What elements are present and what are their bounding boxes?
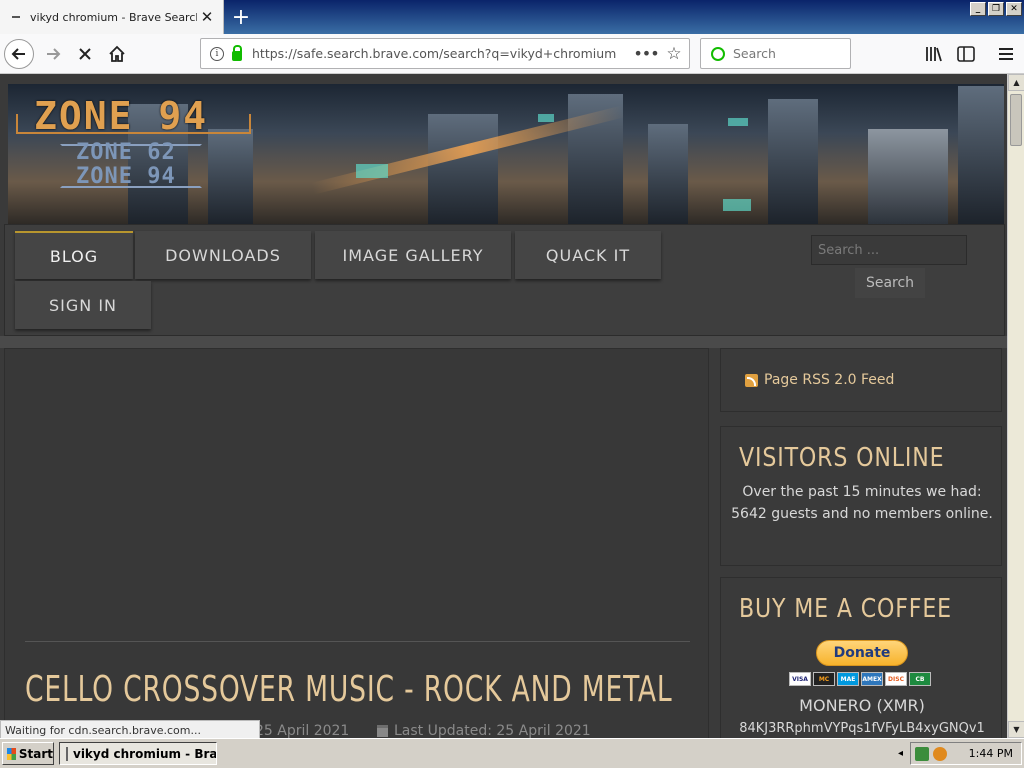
- site-logo-sub1: ZONE 62: [76, 140, 176, 165]
- bookmark-star-icon[interactable]: ☆: [659, 44, 689, 64]
- windows-logo-icon: [7, 747, 16, 760]
- post-title[interactable]: CELLO CROSSOVER MUSIC - ROCK AND METAL: [25, 669, 672, 710]
- main-content: CELLO CROSSOVER MUSIC - ROCK AND METAL 2…: [4, 348, 709, 738]
- tab-close-icon[interactable]: ✕: [197, 7, 217, 27]
- close-window-button[interactable]: ✕: [1006, 2, 1022, 16]
- content-divider: [25, 641, 690, 642]
- rss-link[interactable]: Page RSS 2.0 Feed: [764, 372, 894, 388]
- taskbar-item-label: vikyd chromium - Bra...: [73, 746, 217, 761]
- new-tab-button[interactable]: +: [228, 4, 254, 30]
- library-icon[interactable]: [922, 42, 946, 66]
- navigation-toolbar: i https://safe.search.brave.com/search?q…: [0, 34, 1024, 74]
- amex-card-icon: AMEX: [861, 672, 883, 686]
- home-button[interactable]: [102, 39, 132, 69]
- rss-icon[interactable]: [745, 373, 758, 387]
- network-icon[interactable]: [915, 746, 929, 761]
- banner-glow: [538, 114, 554, 122]
- visitors-online-box: VISITORS ONLINE Over the past 15 minutes…: [720, 426, 1002, 566]
- cb-card-icon: CB: [909, 672, 931, 686]
- site-search-input[interactable]: Search ...: [811, 235, 967, 265]
- sidebar-toggle-icon[interactable]: [954, 42, 978, 66]
- address-bar[interactable]: i https://safe.search.brave.com/search?q…: [200, 38, 690, 69]
- rss-box: Page RSS 2.0 Feed: [720, 348, 1002, 412]
- search-placeholder: Search: [733, 46, 776, 61]
- payment-cards: VISA MC MAE AMEX DISC CB: [789, 672, 931, 686]
- scroll-down-icon[interactable]: ▼: [1008, 721, 1024, 738]
- mastercard-icon: MC: [813, 672, 835, 686]
- banner-glow: [728, 118, 748, 126]
- banner-glow: [723, 199, 751, 211]
- url-text[interactable]: https://safe.search.brave.com/search?q=v…: [252, 46, 633, 61]
- visa-card-icon: VISA: [789, 672, 811, 686]
- site-search-button[interactable]: Search: [855, 268, 925, 298]
- banner-building: [958, 86, 1004, 224]
- taskbar: Start vikyd chromium - Bra... ◂ 1:44 PM: [0, 738, 1024, 768]
- lock-icon[interactable]: [232, 44, 242, 61]
- browser-app-icon: [66, 746, 68, 761]
- status-bar: Waiting for cdn.search.brave.com...: [0, 720, 260, 740]
- site-logo: ZONE 94: [34, 94, 209, 138]
- buy-me-a-coffee-box: BUY ME A COFFEE Donate VISA MC MAE AMEX …: [720, 577, 1002, 738]
- page-actions-icon[interactable]: •••: [633, 44, 659, 63]
- site-banner[interactable]: ZONE 94 ZONE 62 ZONE 94: [8, 84, 1004, 224]
- info-icon[interactable]: i: [210, 46, 224, 61]
- nav-item-downloads[interactable]: DOWNLOADS: [135, 231, 311, 279]
- start-button[interactable]: Start: [2, 742, 54, 765]
- visitors-heading: VISITORS ONLINE: [739, 443, 945, 473]
- nav-item-quack-it[interactable]: QUACK IT: [515, 231, 661, 279]
- banner-building: [208, 129, 253, 224]
- donate-button[interactable]: Donate: [816, 640, 908, 666]
- arrow-left-icon: [11, 48, 25, 60]
- nav-item-sign-in[interactable]: SIGN IN: [15, 281, 151, 329]
- section-separator: [0, 336, 1007, 348]
- updated-text: Last Updated: 25 April 2021: [394, 723, 591, 738]
- nav-item-blog[interactable]: BLOG: [15, 231, 133, 279]
- back-button[interactable]: [4, 39, 34, 69]
- search-engine-icon: [711, 46, 725, 61]
- tab-title: vikyd chromium - Brave Search: [30, 10, 197, 24]
- banner-building: [648, 124, 688, 224]
- wallet-address[interactable]: 84KJ3RRphmVYPqs1fVFyLB4xyGNQv1: [721, 721, 1003, 736]
- tab-favicon-icon: [12, 16, 20, 18]
- page-scrollbar[interactable]: ▲ ▼: [1007, 74, 1024, 738]
- home-icon: [109, 45, 125, 62]
- maestro-card-icon: MAE: [837, 672, 859, 686]
- coffee-heading: BUY ME A COFFEE: [739, 594, 952, 624]
- system-tray: 1:44 PM: [910, 742, 1022, 765]
- post-updated-date: Last Updated: 25 April 2021: [377, 723, 591, 738]
- post-published-date: 25 April 2021: [255, 723, 349, 738]
- site-logo-sub2: ZONE 94: [76, 164, 176, 189]
- security-icon[interactable]: [933, 746, 947, 761]
- visitors-text: Over the past 15 minutes we had: 5642 gu…: [731, 484, 993, 522]
- published-text: 25 April 2021: [255, 723, 350, 738]
- banner-building: [768, 99, 818, 224]
- browser-tab[interactable]: vikyd chromium - Brave Search ✕: [0, 0, 224, 34]
- calendar-icon: [377, 725, 388, 737]
- minimize-button[interactable]: _: [970, 2, 986, 16]
- site-nav-panel: BLOG DOWNLOADS IMAGE GALLERY QUACK IT SI…: [4, 224, 1005, 336]
- window-controls: _ ❐ ✕: [970, 2, 1022, 16]
- tray-expand-icon[interactable]: ◂: [898, 748, 903, 759]
- stop-button[interactable]: [70, 39, 100, 69]
- clock[interactable]: 1:44 PM: [969, 747, 1013, 760]
- browser-tab-strip: vikyd chromium - Brave Search ✕ + _ ❐ ✕: [0, 0, 1024, 34]
- menu-hamburger-icon[interactable]: [994, 42, 1018, 66]
- forward-button[interactable]: [38, 39, 68, 69]
- maximize-button[interactable]: ❐: [988, 2, 1004, 16]
- banner-building: [868, 129, 948, 224]
- nav-item-image-gallery[interactable]: IMAGE GALLERY: [315, 231, 511, 279]
- start-label: Start: [18, 746, 53, 761]
- coin-label: MONERO (XMR): [799, 696, 925, 715]
- page-viewport: ZONE 94 ZONE 62 ZONE 94 BLOG DOWNLOADS I…: [0, 74, 1007, 738]
- browser-search-box[interactable]: Search: [700, 38, 851, 69]
- taskbar-browser-item[interactable]: vikyd chromium - Bra...: [59, 742, 217, 765]
- banner-building: [428, 114, 498, 224]
- discover-card-icon: DISC: [885, 672, 907, 686]
- scroll-up-icon[interactable]: ▲: [1008, 74, 1024, 91]
- close-icon: [79, 48, 91, 60]
- arrow-right-icon: [47, 48, 61, 60]
- banner-glow: [356, 164, 388, 178]
- scroll-thumb[interactable]: [1010, 94, 1022, 146]
